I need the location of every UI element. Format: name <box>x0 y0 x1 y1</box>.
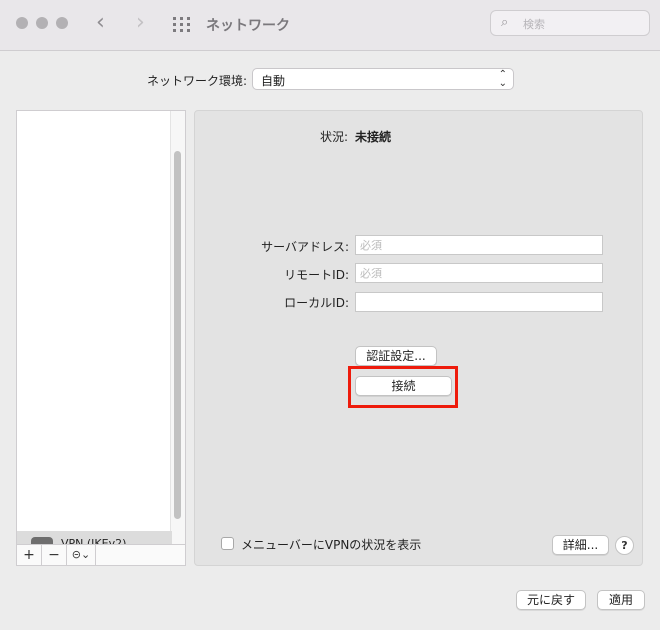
remote-id-label: リモートID: <box>284 268 349 282</box>
remote-id-field[interactable] <box>355 263 603 283</box>
forward-arrow-icon[interactable]: › <box>136 12 145 34</box>
service-list[interactable]: VPN (IKEv2) + − ⊝⌄ <box>16 110 186 566</box>
search-icon: ⌕ <box>501 15 509 30</box>
location-select[interactable]: 自動 ⌃ ⌄ <box>252 68 514 90</box>
local-id-field[interactable] <box>355 292 603 312</box>
advanced-button[interactable]: 詳細... <box>552 535 609 555</box>
show-vpn-status-checkbox[interactable] <box>221 537 234 550</box>
scrollbar-thumb[interactable] <box>174 151 181 519</box>
apply-button[interactable]: 適用 <box>597 590 645 610</box>
minimize-window-button[interactable] <box>36 17 48 29</box>
close-window-button[interactable] <box>16 17 28 29</box>
zoom-window-button[interactable] <box>56 17 68 29</box>
server-address-label: サーバアドレス: <box>261 240 349 254</box>
search-input[interactable] <box>521 14 645 34</box>
action-menu-button[interactable]: ⊝⌄ <box>67 545 96 565</box>
location-label: ネットワーク環境: <box>147 74 248 88</box>
help-icon[interactable]: ? <box>615 536 634 555</box>
remove-service-button[interactable]: − <box>42 545 67 565</box>
revert-button[interactable]: 元に戻す <box>516 590 586 610</box>
location-value: 自動 <box>261 74 286 88</box>
connect-button[interactable]: 接続 <box>355 376 452 396</box>
status-value: 未接続 <box>355 130 392 144</box>
service-list-toolbar: + − ⊝⌄ <box>17 544 185 565</box>
window-title: ネットワーク <box>206 18 290 34</box>
show-all-grid-icon[interactable] <box>173 17 190 32</box>
server-address-field[interactable] <box>355 235 603 255</box>
search-box[interactable]: ⌕ <box>490 10 650 36</box>
window-titlebar: ‹ › ネットワーク ⌕ <box>0 0 660 51</box>
local-id-label: ローカルID: <box>284 296 349 310</box>
status-label: 状況: <box>320 130 349 144</box>
vpn-detail-panel: 状況: 未接続 サーバアドレス: リモートID: ローカルID: 認証設定...… <box>194 110 643 566</box>
service-list-scrollbar[interactable] <box>170 111 185 545</box>
add-service-button[interactable]: + <box>17 545 42 565</box>
service-item-vpn[interactable]: VPN (IKEv2) <box>17 531 172 545</box>
back-arrow-icon[interactable]: ‹ <box>96 12 105 34</box>
show-vpn-status-label: メニューバーにVPNの状況を表示 <box>241 538 422 552</box>
updown-chevron-icon: ⌃ ⌄ <box>498 69 507 89</box>
authentication-settings-button[interactable]: 認証設定... <box>355 346 437 366</box>
